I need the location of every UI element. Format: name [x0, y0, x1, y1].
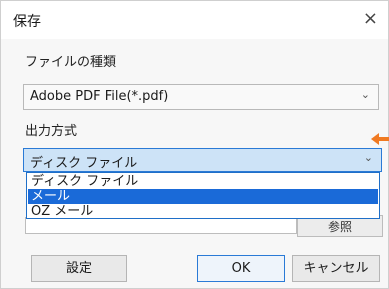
- output-method-value: ディスク ファイル: [30, 156, 138, 171]
- dialog-title: 保存: [13, 14, 41, 30]
- settings-button[interactable]: 設定: [31, 255, 127, 282]
- output-method-dropdown: ディスク ファイル メール OZ メール: [26, 172, 380, 219]
- annotation-arrow-icon: [371, 133, 389, 145]
- file-type-select[interactable]: Adobe PDF File(*.pdf) ⌄: [23, 84, 379, 110]
- cancel-button[interactable]: キャンセル: [292, 255, 380, 282]
- dropdown-option-disk-file[interactable]: ディスク ファイル: [28, 174, 378, 189]
- output-method-select[interactable]: ディスク ファイル ⌄: [23, 148, 382, 172]
- file-path-input[interactable]: [25, 217, 297, 234]
- dropdown-option-oz-mail[interactable]: OZ メール: [28, 204, 378, 219]
- dropdown-option-mail[interactable]: メール: [28, 189, 378, 204]
- output-method-label: 出力方式: [25, 124, 78, 139]
- chevron-down-icon: ⌄: [360, 88, 370, 101]
- file-type-label: ファイルの種類: [25, 55, 117, 70]
- file-type-value: Adobe PDF File(*.pdf): [30, 89, 169, 104]
- title-bar: 保存 ×: [1, 1, 388, 39]
- save-dialog: 保存 × ファイルの種類 Adobe PDF File(*.pdf) ⌄ 出力方…: [0, 0, 389, 289]
- close-icon[interactable]: ×: [363, 7, 378, 31]
- chevron-down-icon: ⌄: [363, 151, 373, 164]
- ok-button[interactable]: OK: [197, 255, 285, 282]
